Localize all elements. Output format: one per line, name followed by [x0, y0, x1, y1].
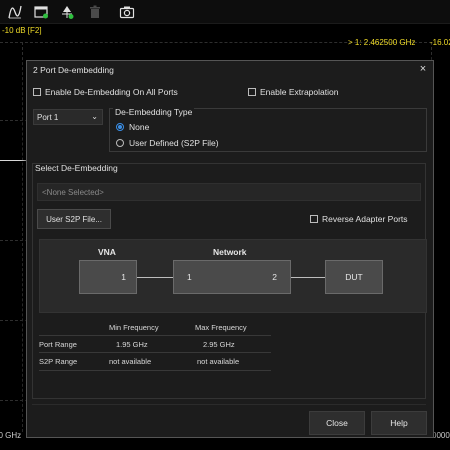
radio-user-defined[interactable]: User Defined (S2P File)	[116, 138, 219, 148]
x-axis-start-label: 00 GHz	[0, 431, 22, 440]
radio-button[interactable]	[116, 139, 124, 147]
toolbar	[0, 0, 450, 24]
connection-line	[137, 277, 173, 278]
divider	[32, 404, 426, 405]
vna-block: 1	[79, 260, 137, 294]
window-icon[interactable]	[32, 3, 50, 21]
enable-all-ports-checkbox[interactable]: Enable De-Embedding On All Ports	[33, 87, 178, 97]
network-port-left-label: 1	[187, 272, 192, 282]
dialog-title: 2 Port De-embedding	[33, 65, 114, 75]
trace-scale-label: -10 dB [F2]	[2, 26, 42, 35]
user-s2p-file-button[interactable]: User S2P File...	[37, 209, 111, 229]
port-select[interactable]: Port 1 ⌄	[33, 109, 103, 125]
close-button[interactable]: Close	[309, 411, 365, 435]
checkbox-box[interactable]	[248, 88, 256, 96]
network-port-right-label: 2	[272, 272, 277, 282]
enable-all-ports-label: Enable De-Embedding On All Ports	[45, 87, 178, 97]
table-cell: not available	[197, 357, 240, 366]
selection-value: <None Selected>	[42, 187, 104, 197]
de-embedding-type-label: De-Embedding Type	[113, 107, 195, 117]
checkbox-box[interactable]	[33, 88, 41, 96]
chevron-down-icon: ⌄	[91, 112, 98, 121]
table-cell: 1.95 GHz	[116, 340, 148, 349]
enable-extrapolation-checkbox[interactable]: Enable Extrapolation	[248, 87, 338, 97]
reverse-adapter-ports-label: Reverse Adapter Ports	[322, 214, 408, 224]
table-row: Port Range 1.95 GHz 2.95 GHz	[39, 335, 271, 353]
checkbox-box[interactable]	[310, 215, 318, 223]
enable-extrapolation-label: Enable Extrapolation	[260, 87, 339, 97]
x-axis-stop-label: 00000	[432, 431, 450, 440]
vna-title: VNA	[98, 247, 116, 257]
close-icon[interactable]: ×	[417, 63, 429, 75]
table-header: Min Frequency	[109, 323, 159, 332]
radio-user-defined-label: User Defined (S2P File)	[129, 138, 219, 148]
table-cell: not available	[109, 357, 152, 366]
delete-icon	[86, 3, 104, 21]
marker-add-icon[interactable]	[58, 3, 76, 21]
de-embedding-diagram: VNA Network 1 1 2 DUT	[39, 239, 427, 313]
marker-readout: > 1: 2.462500 GHz	[348, 38, 416, 47]
network-title: Network	[213, 247, 247, 257]
table-cell: S2P Range	[39, 357, 78, 366]
table-cell: 2.95 GHz	[203, 340, 235, 349]
trace-fit-icon[interactable]	[6, 3, 24, 21]
table-header: Max Frequency	[195, 323, 247, 332]
vna-port-label: 1	[121, 272, 126, 282]
dut-block: DUT	[325, 260, 383, 294]
dut-label: DUT	[345, 272, 363, 282]
grid-line	[22, 42, 23, 432]
reverse-adapter-ports-checkbox[interactable]: Reverse Adapter Ports	[310, 214, 408, 224]
table-header-row: Min Frequency Max Frequency	[39, 319, 271, 335]
table-row: S2P Range not available not available	[39, 353, 271, 371]
radio-none[interactable]: None	[116, 122, 149, 132]
de-embedding-dialog: 2 Port De-embedding × Enable De-Embeddin…	[26, 60, 434, 438]
de-embedding-selection-field[interactable]: <None Selected>	[37, 183, 421, 201]
frequency-range-table: Min Frequency Max Frequency Port Range 1…	[39, 319, 271, 371]
marker-value: -16.02	[430, 38, 450, 47]
radio-button[interactable]	[116, 123, 124, 131]
camera-icon[interactable]	[118, 3, 136, 21]
trace-line	[0, 160, 28, 161]
connection-line	[291, 277, 325, 278]
help-button[interactable]: Help	[371, 411, 427, 435]
network-block: 1 2	[173, 260, 291, 294]
select-de-embedding-label: Select De-Embedding	[35, 163, 118, 173]
port-select-value: Port 1	[37, 112, 59, 122]
table-cell: Port Range	[39, 340, 77, 349]
radio-none-label: None	[129, 122, 150, 132]
